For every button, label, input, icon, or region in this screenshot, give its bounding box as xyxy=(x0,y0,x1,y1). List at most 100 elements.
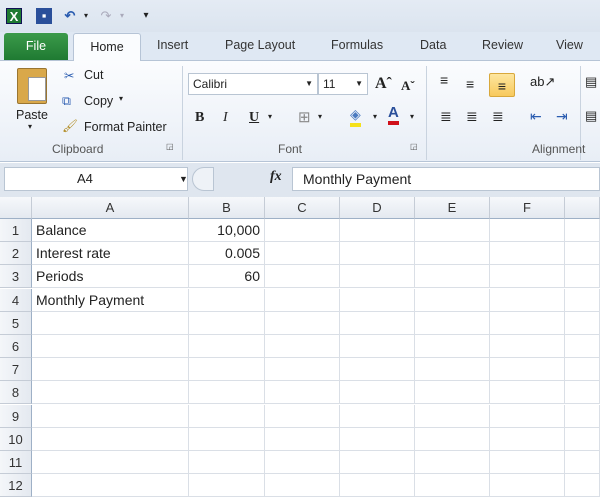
column-header-A[interactable]: A xyxy=(32,197,189,219)
merge-center-icon[interactable]: ▤ xyxy=(585,108,597,124)
align-center-icon[interactable]: ≣ xyxy=(466,108,478,125)
cell[interactable] xyxy=(490,404,565,428)
cell[interactable] xyxy=(415,381,490,405)
column-header-D[interactable]: D xyxy=(340,197,415,219)
cell[interactable] xyxy=(565,474,600,498)
cell[interactable] xyxy=(265,265,340,289)
fill-color-icon[interactable]: ◈ xyxy=(350,106,361,127)
save-icon[interactable]: ▪ xyxy=(36,8,52,24)
align-left-icon[interactable]: ≣ xyxy=(440,108,452,125)
cell[interactable] xyxy=(189,451,265,474)
cell[interactable] xyxy=(189,381,265,405)
font-color-icon[interactable]: A xyxy=(388,105,399,125)
column-header-B[interactable]: B xyxy=(189,197,265,219)
copy-dropdown-icon[interactable]: ▾ xyxy=(119,94,123,103)
cell[interactable] xyxy=(265,311,340,335)
cell[interactable]: 60 xyxy=(189,265,265,289)
borders-icon[interactable]: ⊞ xyxy=(298,108,311,126)
tab-file[interactable]: File xyxy=(4,33,68,60)
cell[interactable]: 10,000 xyxy=(189,219,265,242)
cell[interactable] xyxy=(565,451,600,474)
cell[interactable]: Periods xyxy=(32,265,189,289)
cell[interactable] xyxy=(415,288,490,312)
cell[interactable] xyxy=(189,335,265,358)
font-size-select[interactable]: 11 ▼ xyxy=(318,73,368,95)
cell[interactable]: 0.005 xyxy=(189,242,265,266)
decrease-indent-icon[interactable]: ⇤ xyxy=(530,108,542,125)
cell[interactable] xyxy=(490,219,565,242)
cell[interactable] xyxy=(265,404,340,428)
row-header[interactable]: 5 xyxy=(0,311,32,335)
increase-indent-icon[interactable]: ⇥ xyxy=(556,108,568,125)
cell[interactable] xyxy=(340,404,415,428)
column-header-F[interactable]: F xyxy=(490,197,565,219)
insert-function-icon[interactable]: fx xyxy=(270,169,282,185)
redo-icon[interactable]: ↷ xyxy=(98,8,114,24)
name-box[interactable]: A4 ▼ xyxy=(4,167,188,191)
cell[interactable] xyxy=(415,265,490,289)
cell[interactable] xyxy=(189,404,265,428)
paste-dropdown-icon[interactable]: ▾ xyxy=(28,122,32,131)
cell[interactable] xyxy=(565,358,600,382)
cell[interactable] xyxy=(415,451,490,474)
cell[interactable] xyxy=(265,358,340,382)
cell[interactable] xyxy=(415,242,490,266)
cell[interactable] xyxy=(565,265,600,289)
clipboard-launcher-icon[interactable]: ◲ xyxy=(166,142,174,151)
select-all-button[interactable] xyxy=(0,197,32,219)
cell[interactable]: Balance xyxy=(32,219,189,242)
redo-dropdown-icon[interactable]: ▾ xyxy=(114,8,130,24)
shrink-font-icon[interactable]: Aˇ xyxy=(401,78,415,94)
row-header[interactable]: 10 xyxy=(0,427,32,451)
undo-dropdown-icon[interactable]: ▾ xyxy=(78,8,94,24)
cell[interactable] xyxy=(340,335,415,358)
tab-page-layout[interactable]: Page Layout xyxy=(225,38,295,52)
grow-font-icon[interactable]: Aˆ xyxy=(375,75,392,93)
align-middle-icon[interactable]: ≡ xyxy=(466,76,474,92)
column-header-C[interactable]: C xyxy=(265,197,340,219)
underline-button[interactable]: U xyxy=(249,110,259,126)
align-right-icon[interactable]: ≣ xyxy=(492,108,504,125)
font-color-dropdown-icon[interactable]: ▾ xyxy=(410,112,414,121)
tab-review[interactable]: Review xyxy=(482,38,523,52)
orientation-icon[interactable]: ab↗ xyxy=(530,74,555,90)
cell[interactable]: Monthly Payment xyxy=(32,288,189,312)
cell[interactable] xyxy=(32,311,189,335)
cell[interactable]: Interest rate xyxy=(32,242,189,266)
cell[interactable] xyxy=(340,265,415,289)
undo-icon[interactable]: ↶ xyxy=(62,8,78,24)
cell[interactable] xyxy=(565,242,600,266)
cell[interactable] xyxy=(340,358,415,382)
cell[interactable] xyxy=(565,219,600,242)
borders-dropdown-icon[interactable]: ▾ xyxy=(318,112,322,121)
cell[interactable] xyxy=(340,381,415,405)
tab-home[interactable]: Home xyxy=(73,33,141,61)
wrap-text-icon[interactable]: ▤ xyxy=(585,74,597,90)
cell[interactable] xyxy=(490,381,565,405)
underline-dropdown-icon[interactable]: ▾ xyxy=(268,112,272,121)
cell[interactable] xyxy=(415,474,490,498)
cell[interactable] xyxy=(265,381,340,405)
paste-icon[interactable] xyxy=(17,68,47,104)
cell[interactable] xyxy=(490,451,565,474)
cell[interactable] xyxy=(265,474,340,498)
cell[interactable] xyxy=(490,242,565,266)
cell[interactable] xyxy=(565,381,600,405)
fill-color-dropdown-icon[interactable]: ▾ xyxy=(373,112,377,121)
column-header-E[interactable]: E xyxy=(415,197,490,219)
cell[interactable] xyxy=(265,242,340,266)
tab-view[interactable]: View xyxy=(556,38,583,52)
cell[interactable] xyxy=(265,288,340,312)
cell[interactable] xyxy=(490,427,565,451)
cell[interactable] xyxy=(340,427,415,451)
cell[interactable] xyxy=(340,219,415,242)
row-header[interactable]: 6 xyxy=(0,335,32,358)
cell[interactable] xyxy=(565,335,600,358)
cell[interactable] xyxy=(32,451,189,474)
font-launcher-icon[interactable]: ◲ xyxy=(410,142,418,151)
cell[interactable] xyxy=(565,311,600,335)
row-header[interactable]: 7 xyxy=(0,358,32,382)
cell[interactable] xyxy=(490,358,565,382)
cell[interactable] xyxy=(340,242,415,266)
cell[interactable] xyxy=(265,427,340,451)
